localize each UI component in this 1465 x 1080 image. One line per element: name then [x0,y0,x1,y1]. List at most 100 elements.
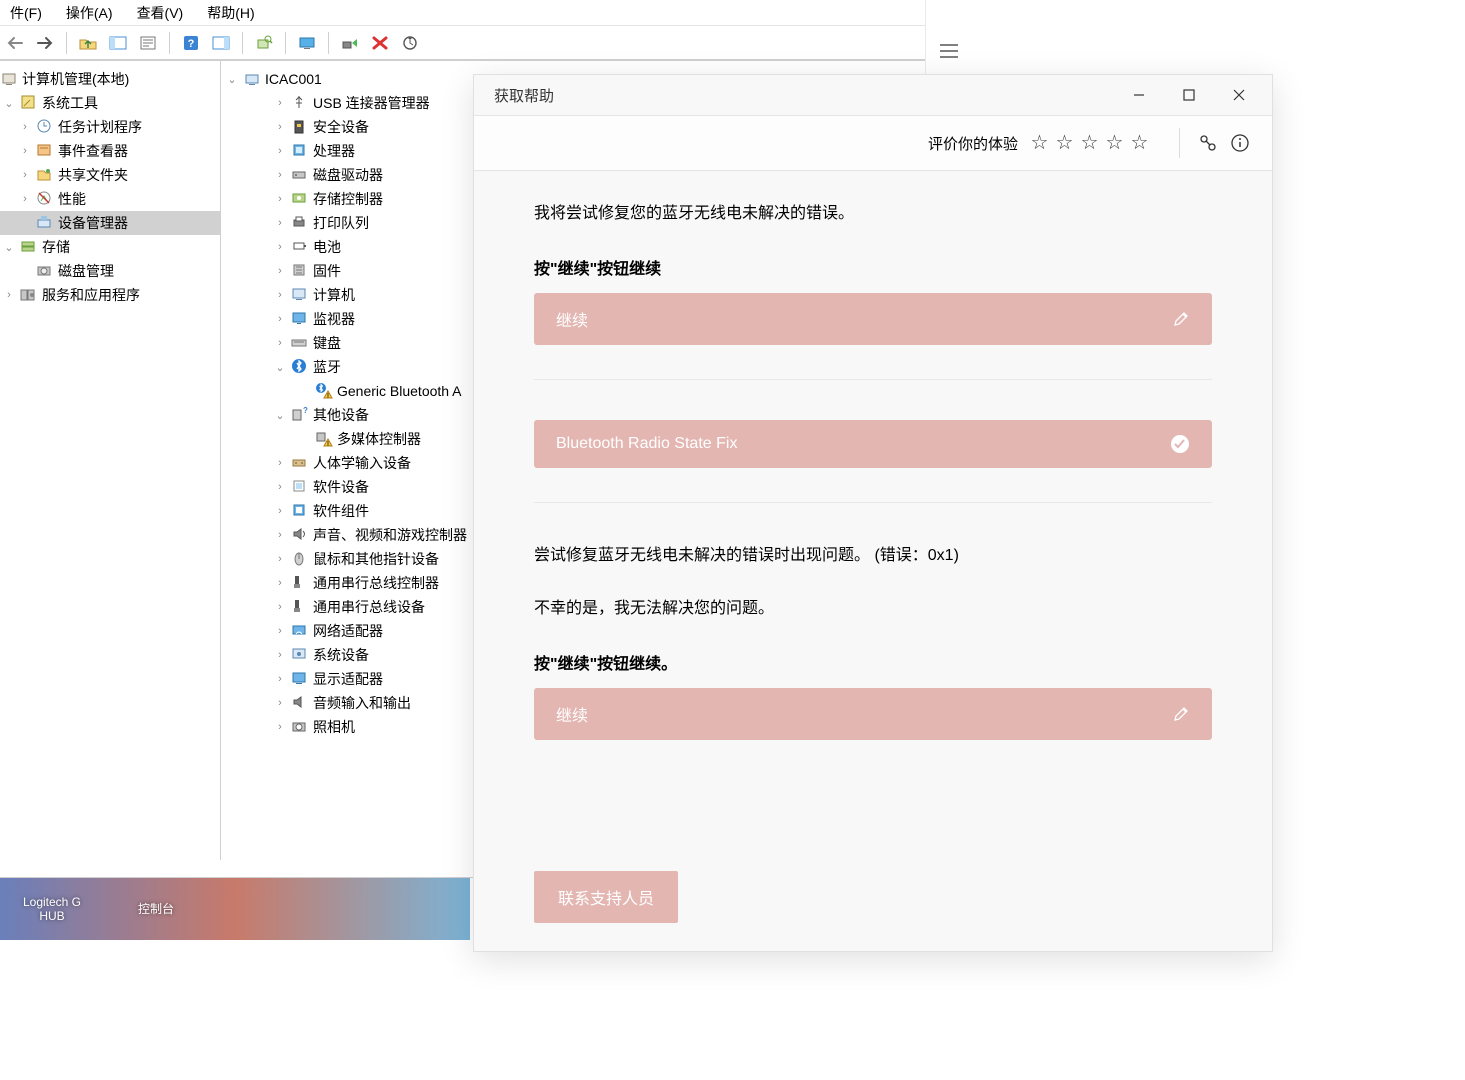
properties-icon[interactable] [135,30,161,56]
star-icon[interactable]: ☆ [1055,134,1074,153]
expander-icon[interactable]: › [273,577,287,589]
gethelp-content[interactable]: 我将尝试修复您的蓝牙无线电未解决的错误。 按"继续"按钮继续 继续 Blueto… [474,171,1272,857]
menu-action[interactable]: 操作(A) [56,1,123,25]
tree-label: 声音、视频和游戏控制器 [313,525,467,545]
network-icon [291,622,309,640]
continue-button[interactable]: 继续 [534,293,1212,345]
cpu-icon [291,142,309,160]
expander-icon[interactable]: › [18,169,32,181]
expander-icon[interactable]: › [273,169,287,181]
expander-icon[interactable]: › [273,193,287,205]
tree-row[interactable]: › 性能 [0,187,220,211]
expander-icon[interactable]: › [273,217,287,229]
menu-view[interactable]: 查看(V) [127,1,194,25]
expander-icon[interactable]: › [273,337,287,349]
expander-icon[interactable]: › [273,265,287,277]
usbctrl-icon [291,574,309,592]
remote-desktop-icon[interactable] [294,30,320,56]
share-icon[interactable] [1194,129,1222,157]
tree-label: 键盘 [313,333,341,353]
tree-row[interactable]: ⌄ 存储 [0,235,220,259]
expander-icon[interactable]: › [273,601,287,613]
gh-press-continue: 按"继续"按钮继续 [534,255,1212,279]
help-icon[interactable]: ? [178,30,204,56]
expander-icon[interactable]: › [273,121,287,133]
expander-icon[interactable]: › [273,97,287,109]
task-tile[interactable]: Logitech G HUB [0,878,104,940]
expander-icon[interactable]: › [273,241,287,253]
expander-icon[interactable]: › [273,529,287,541]
tree-label: 计算机 [313,285,355,305]
event-icon [36,142,54,160]
tree-row[interactable]: ⌄系统工具 [0,91,220,115]
star-icon[interactable]: ☆ [1080,134,1099,153]
expander-icon[interactable]: › [273,649,287,661]
nav-back-icon[interactable] [2,30,28,56]
folder-up-icon[interactable] [75,30,101,56]
expander-icon[interactable]: ⌄ [2,241,16,254]
expander-icon[interactable]: › [273,457,287,469]
show-console-tree-icon[interactable] [105,30,131,56]
minimize-icon[interactable] [1114,76,1164,114]
expander-icon[interactable]: › [18,193,32,205]
tree-label: 软件组件 [313,501,369,521]
expander-icon[interactable]: › [273,673,287,685]
check-circle-icon [1170,434,1190,454]
contact-support-button[interactable]: 联系支持人员 [534,871,678,923]
expander-icon[interactable]: › [18,121,32,133]
expander-icon[interactable]: ⌄ [2,97,16,110]
separator [1179,128,1180,158]
tree-row[interactable]: 磁盘管理 [0,259,220,283]
update-driver-icon[interactable] [397,30,423,56]
taskbar-fragment: Logitech G HUB 控制台 [0,878,470,940]
console-tree: 计算机管理(本地) ⌄系统工具›任务计划程序›事件查看器›共享文件夹›性能设备管… [0,60,221,860]
menu-help[interactable]: 帮助(H) [197,1,264,25]
star-icon[interactable]: ☆ [1130,134,1149,153]
tree-label: 存储 [42,237,70,257]
uninstall-icon[interactable] [367,30,393,56]
expander-icon[interactable]: › [273,313,287,325]
enable-device-icon[interactable] [337,30,363,56]
nav-forward-icon[interactable] [32,30,58,56]
computer-management-icon [0,70,18,88]
star-icon[interactable]: ☆ [1105,134,1124,153]
expander-icon[interactable]: › [273,481,287,493]
tree-row[interactable]: ›事件查看器 [0,139,220,163]
expander-icon[interactable]: › [273,289,287,301]
other-icon: ? [291,406,309,424]
expander-icon[interactable]: › [273,721,287,733]
gh-sorry: 不幸的是，我无法解决您的问题。 [534,596,1212,622]
close-icon[interactable] [1214,76,1264,114]
fix-result-row[interactable]: Bluetooth Radio State Fix [534,420,1212,468]
expander-icon[interactable]: › [273,145,287,157]
tree-label: 软件设备 [313,477,369,497]
info-icon[interactable] [1226,129,1254,157]
task-tile[interactable]: 控制台 [104,878,208,940]
hamburger-icon[interactable] [940,44,958,58]
tree-label: 性能 [58,189,86,209]
expander-icon[interactable]: › [273,625,287,637]
tree-root[interactable]: 计算机管理(本地) [0,67,220,91]
actions-pane-icon[interactable] [208,30,234,56]
rating-stars[interactable]: ☆ ☆ ☆ ☆ ☆ [1030,134,1149,153]
star-icon[interactable]: ☆ [1030,134,1049,153]
maximize-icon[interactable] [1164,76,1214,114]
expander-icon[interactable]: ⌄ [273,409,287,422]
tree-row[interactable]: ›任务计划程序 [0,115,220,139]
tree-row[interactable]: ›服务和应用程序 [0,283,220,307]
expander-icon[interactable]: › [273,697,287,709]
tree-row[interactable]: 设备管理器 [0,211,220,235]
gh-error: 尝试修复蓝牙无线电未解决的错误时出现问题。 (错误：0x1) [534,543,1212,569]
tree-label: USB 连接器管理器 [313,93,430,113]
expander-icon[interactable]: › [273,505,287,517]
expander-icon[interactable]: › [18,145,32,157]
expander-icon[interactable]: › [273,553,287,565]
menu-file[interactable]: 件(F) [0,1,52,25]
expander-icon[interactable]: › [2,289,16,301]
tree-label: 系统设备 [313,645,369,665]
tree-row[interactable]: ›共享文件夹 [0,163,220,187]
expander-icon[interactable]: ⌄ [273,361,287,374]
scan-hardware-icon[interactable] [251,30,277,56]
continue-button[interactable]: 继续 [534,688,1212,740]
expander-icon[interactable]: ⌄ [225,73,239,86]
